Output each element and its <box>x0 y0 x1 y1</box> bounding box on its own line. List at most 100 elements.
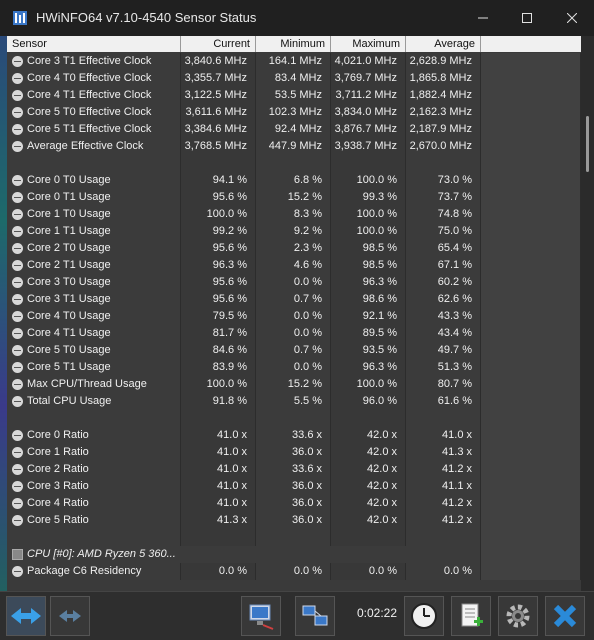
spacer-cell <box>481 410 581 427</box>
table-row[interactable]: Core 3 T0 Usage 95.6 % 0.0 % 96.3 % 60.2 % <box>7 274 581 291</box>
sensor-gauge-icon <box>12 345 23 356</box>
navigate-disabled-button[interactable] <box>50 596 90 636</box>
table-row[interactable]: Core 3 T1 Effective Clock 3,840.6 MHz 164.… <box>7 53 581 70</box>
row-padding <box>481 138 581 155</box>
sensor-name-cell: Core 4 T0 Effective Clock <box>7 70 181 87</box>
table-row[interactable]: Core 5 T1 Usage 83.9 % 0.0 % 96.3 % 51.3 % <box>7 359 581 376</box>
sensor-name: Core 4 T1 Usage <box>27 327 111 339</box>
sensor-name-cell: Core 4 Ratio <box>7 495 181 512</box>
row-padding <box>481 376 581 393</box>
network-button[interactable] <box>241 596 281 636</box>
value-average: 73.0 % <box>406 172 481 189</box>
navigate-button[interactable] <box>6 596 46 636</box>
column-header-sensor[interactable]: Sensor <box>7 36 181 52</box>
sensor-gauge-icon <box>12 209 23 220</box>
minimize-button[interactable] <box>466 4 500 32</box>
spacer-cell <box>181 529 256 546</box>
value-maximum: 42.0 x <box>331 512 406 529</box>
value-current: 3,611.6 MHz <box>181 104 256 121</box>
table-row[interactable]: Core 3 T1 Usage 95.6 % 0.7 % 98.6 % 62.6 % <box>7 291 581 308</box>
vertical-scrollbar[interactable] <box>581 36 594 591</box>
spacer-cell <box>7 410 181 427</box>
sensor-name: Core 2 Ratio <box>27 463 89 475</box>
sensor-name-cell: Core 3 Ratio <box>7 478 181 495</box>
value-maximum: 89.5 % <box>331 325 406 342</box>
table-row[interactable]: Core 2 Ratio 41.0 x 33.6 x 42.0 x 41.2 x <box>7 461 581 478</box>
table-row[interactable]: Core 5 Ratio 41.3 x 36.0 x 42.0 x 41.2 x <box>7 512 581 529</box>
table-row[interactable]: Core 4 T1 Usage 81.7 % 0.0 % 89.5 % 43.4 % <box>7 325 581 342</box>
minimize-icon <box>478 17 488 19</box>
row-padding <box>481 87 581 104</box>
sensor-group-row[interactable]: CPU [#0]: AMD Ryzen 5 360... <box>7 546 581 563</box>
table-row[interactable]: Core 0 Ratio 41.0 x 33.6 x 42.0 x 41.0 x <box>7 427 581 444</box>
clock-button[interactable] <box>404 596 444 636</box>
spacer-cell <box>331 410 406 427</box>
sensor-name: Average Effective Clock <box>27 140 144 152</box>
sensor-name: Core 3 T1 Effective Clock <box>27 55 152 67</box>
value-minimum: 0.0 % <box>256 274 331 291</box>
table-row[interactable]: Core 0 T0 Usage 94.1 % 6.8 % 100.0 % 73.0 % <box>7 172 581 189</box>
table-row[interactable]: Core 1 T1 Usage 99.2 % 9.2 % 100.0 % 75.0 % <box>7 223 581 240</box>
value-average: 80.7 % <box>406 376 481 393</box>
table-row[interactable]: Core 2 T1 Usage 96.3 % 4.6 % 98.5 % 67.1 % <box>7 257 581 274</box>
nav-arrows-disabled-icon <box>59 610 81 622</box>
table-row[interactable]: Core 0 T1 Usage 95.6 % 15.2 % 99.3 % 73.7 % <box>7 189 581 206</box>
sensor-name-cell: Core 4 T0 Usage <box>7 308 181 325</box>
column-header-minimum[interactable]: Minimum <box>256 36 331 52</box>
table-row[interactable]: Total CPU Usage 91.8 % 5.5 % 96.0 % 61.6 % <box>7 393 581 410</box>
value-average: 2,162.3 MHz <box>406 104 481 121</box>
quit-button[interactable] <box>545 596 585 636</box>
row-padding <box>481 359 581 376</box>
value-current: 3,355.7 MHz <box>181 70 256 87</box>
table-row[interactable]: Core 5 T0 Usage 84.6 % 0.7 % 93.5 % 49.7 % <box>7 342 581 359</box>
value-current: 41.0 x <box>181 478 256 495</box>
sensor-name: Core 4 Ratio <box>27 497 89 509</box>
close-x-icon <box>553 604 577 628</box>
window-title: HWiNFO64 v7.10-4540 Sensor Status <box>36 10 257 25</box>
table-row[interactable]: Core 4 T0 Effective Clock 3,355.7 MHz 83.4… <box>7 70 581 87</box>
table-row[interactable]: Average Effective Clock 3,768.5 MHz 447.9 … <box>7 138 581 155</box>
table-row[interactable]: Core 5 T1 Effective Clock 3,384.6 MHz 92.4… <box>7 121 581 138</box>
value-average: 49.7 % <box>406 342 481 359</box>
table-row[interactable]: Max CPU/Thread Usage 100.0 % 15.2 % 100.0 %… <box>7 376 581 393</box>
layout-button[interactable] <box>295 596 335 636</box>
sensor-name: Core 4 T0 Usage <box>27 310 111 322</box>
value-current: 0.0 % <box>181 563 256 580</box>
spacer-cell <box>256 155 331 172</box>
value-maximum: 42.0 x <box>331 478 406 495</box>
value-current: 99.2 % <box>181 223 256 240</box>
spacer-cell <box>7 529 181 546</box>
value-maximum: 98.5 % <box>331 257 406 274</box>
title-bar[interactable]: HWiNFO64 v7.10-4540 Sensor Status <box>0 0 594 36</box>
value-minimum: 2.3 % <box>256 240 331 257</box>
table-row[interactable]: Core 1 T0 Usage 100.0 % 8.3 % 100.0 % 74.8 % <box>7 206 581 223</box>
table-row[interactable]: Package C6 Residency 0.0 % 0.0 % 0.0 % 0.0 % <box>7 563 581 580</box>
hwinfo-app-icon <box>13 11 27 25</box>
sensor-name-cell: Core 1 T1 Usage <box>7 223 181 240</box>
table-row[interactable]: Core 4 T1 Effective Clock 3,122.5 MHz 53.5… <box>7 87 581 104</box>
value-minimum: 6.8 % <box>256 172 331 189</box>
sensor-name: Package C6 Residency <box>27 565 142 577</box>
settings-button[interactable] <box>498 596 538 636</box>
column-header-average[interactable]: Average <box>406 36 481 52</box>
table-row[interactable]: Core 4 Ratio 41.0 x 36.0 x 42.0 x 41.2 x <box>7 495 581 512</box>
sensor-gauge-icon <box>12 243 23 254</box>
table-row[interactable]: Core 3 Ratio 41.0 x 36.0 x 42.0 x 41.1 x <box>7 478 581 495</box>
value-minimum: 83.4 MHz <box>256 70 331 87</box>
table-row[interactable]: Core 4 T0 Usage 79.5 % 0.0 % 92.1 % 43.3 % <box>7 308 581 325</box>
scrollbar-thumb[interactable] <box>586 116 589 172</box>
table-row[interactable]: Core 1 Ratio 41.0 x 36.0 x 42.0 x 41.3 x <box>7 444 581 461</box>
table-row[interactable]: Core 2 T0 Usage 95.6 % 2.3 % 98.5 % 65.4 % <box>7 240 581 257</box>
column-header-current[interactable]: Current <box>181 36 256 52</box>
value-minimum: 0.0 % <box>256 308 331 325</box>
sensor-name: Core 1 T0 Usage <box>27 208 111 220</box>
value-minimum: 36.0 x <box>256 495 331 512</box>
column-header-maximum[interactable]: Maximum <box>331 36 406 52</box>
table-row[interactable]: Core 5 T0 Effective Clock 3,611.6 MHz 102.… <box>7 104 581 121</box>
report-icon <box>461 603 483 627</box>
report-button[interactable] <box>451 596 491 636</box>
value-maximum: 3,876.7 MHz <box>331 121 406 138</box>
value-current: 95.6 % <box>181 240 256 257</box>
close-window-button[interactable] <box>555 4 589 32</box>
maximize-button[interactable] <box>510 4 544 32</box>
